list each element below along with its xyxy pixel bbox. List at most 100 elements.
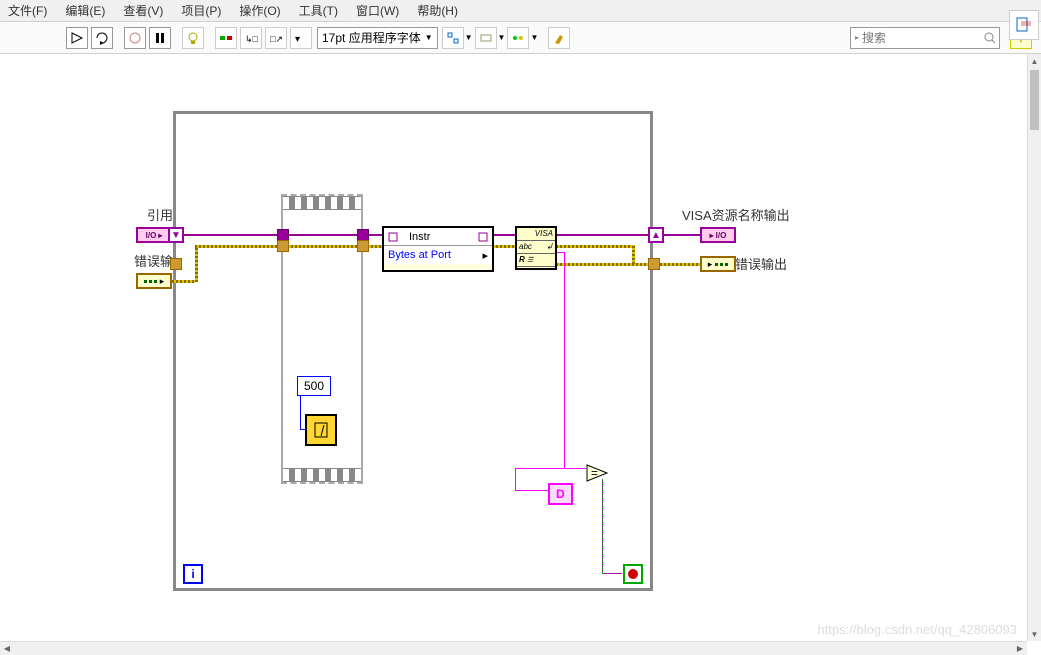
scroll-left-icon[interactable]: ◀	[0, 642, 14, 655]
step-into-icon: ↳□	[244, 31, 258, 45]
stop-circle-icon	[628, 569, 638, 579]
loop-iteration-terminal[interactable]: i	[183, 564, 203, 584]
property-ref-icon	[388, 232, 398, 242]
menu-operate[interactable]: 操作(O)	[239, 2, 280, 19]
svg-text:□↗: □↗	[270, 34, 283, 44]
string-wire-4	[564, 468, 586, 469]
horizontal-scrollbar[interactable]: ◀ ▶	[0, 641, 1027, 655]
menu-tools[interactable]: 工具(T)	[299, 2, 338, 19]
menu-view[interactable]: 查看(V)	[123, 2, 163, 19]
scroll-right-icon[interactable]: ▶	[1013, 642, 1027, 655]
font-selector[interactable]: 17pt 应用程序字体 ▼	[317, 27, 438, 49]
retain-wire-button[interactable]	[215, 27, 237, 49]
error-wire-2	[195, 245, 198, 282]
run-continuous-button[interactable]	[91, 27, 113, 49]
string-wire-3v	[515, 468, 516, 490]
property-out-icon	[478, 232, 488, 242]
ref-in-terminal[interactable]: I/O ▸	[136, 227, 172, 243]
run-continuous-icon	[95, 31, 109, 45]
svg-text:▾: ▾	[295, 34, 300, 45]
search-box[interactable]: ▸	[850, 27, 1000, 49]
visa-abc-row: abc↲	[517, 241, 555, 254]
svg-text:=: =	[591, 466, 598, 480]
seq-tunnel-err-l[interactable]	[277, 240, 289, 252]
string-wire-2	[564, 252, 565, 468]
seq-tunnel-err-r[interactable]	[357, 240, 369, 252]
error-wire-4	[492, 245, 632, 248]
step-out-button[interactable]: ▾	[290, 27, 312, 49]
scroll-down-icon[interactable]: ▼	[1028, 627, 1041, 641]
search-dropdown-icon[interactable]: ▸	[855, 33, 859, 42]
error-in-terminal[interactable]: ▸	[136, 273, 172, 289]
lightbulb-icon	[186, 31, 200, 45]
bool-wire-2	[602, 573, 622, 574]
chevron-down-icon: ▼	[425, 33, 433, 42]
context-help-button[interactable]	[1009, 10, 1039, 40]
instr-label: Instr	[409, 231, 430, 243]
ref-in-label: 引用	[147, 205, 173, 224]
run-arrow-icon	[70, 31, 84, 45]
broom-icon	[552, 31, 566, 45]
pause-icon	[153, 31, 167, 45]
align-icon	[446, 31, 460, 45]
toolbar: ↳□ □↗ ▾ 17pt 应用程序字体 ▼ ▼ ▼ ▼ ▸ ?	[0, 22, 1041, 54]
menu-bar: 文件(F) 编辑(E) 查看(V) 项目(P) 操作(O) 工具(T) 窗口(W…	[0, 0, 1041, 22]
align-button[interactable]	[442, 27, 464, 49]
menu-help[interactable]: 帮助(H)	[417, 2, 458, 19]
error-out-terminal[interactable]: ▸	[700, 256, 736, 272]
menu-edit[interactable]: 编辑(E)	[65, 2, 105, 19]
resize-button[interactable]	[507, 27, 529, 49]
pause-button[interactable]	[149, 27, 171, 49]
search-input[interactable]	[862, 31, 983, 45]
visa-read-node[interactable]: VISA abc↲ R ☰	[515, 226, 557, 270]
step-over-button[interactable]: □↗	[265, 27, 287, 49]
numeric-constant-500[interactable]: 500	[297, 376, 331, 396]
menu-file[interactable]: 文件(F)	[8, 2, 47, 19]
retain-wire-icon	[219, 31, 233, 45]
bool-wire-1	[602, 479, 603, 573]
distribute-icon	[479, 31, 493, 45]
resize-icon	[511, 31, 525, 45]
string-wire-3b	[515, 490, 550, 491]
context-help-icon	[1015, 16, 1033, 34]
abort-button[interactable]	[124, 27, 146, 49]
error-wire-5v	[632, 245, 635, 264]
visa-r-row: R ☰	[517, 254, 555, 267]
visa-out-terminal[interactable]: ▸ I/O	[700, 227, 736, 243]
string-wire-3	[515, 468, 565, 469]
run-button[interactable]	[66, 27, 88, 49]
shift-register-left[interactable]: ▼	[168, 227, 184, 243]
highlight-button[interactable]	[182, 27, 204, 49]
property-node[interactable]: Instr Bytes at Port ▸	[382, 226, 494, 272]
error-wire-1	[172, 280, 195, 283]
shift-register-right[interactable]: ▲	[648, 227, 664, 243]
equal-icon: =	[585, 461, 609, 485]
wait-ms-node[interactable]	[305, 414, 337, 446]
error-tunnel-right[interactable]	[648, 258, 660, 270]
loop-stop-terminal[interactable]	[623, 564, 643, 584]
visa-out-label: VISA资源名称输出	[682, 205, 790, 224]
distribute-button[interactable]	[475, 27, 497, 49]
svg-text:↳□: ↳□	[245, 34, 258, 44]
bytes-at-port-label: Bytes at Port	[388, 249, 451, 261]
error-tunnel-left[interactable]	[170, 258, 182, 270]
vscroll-thumb[interactable]	[1030, 70, 1039, 130]
while-loop-structure[interactable]	[173, 111, 653, 591]
vertical-scrollbar[interactable]: ▲ ▼	[1027, 54, 1041, 641]
equal-comparison-node[interactable]: =	[585, 461, 609, 485]
menu-project[interactable]: 项目(P)	[181, 2, 221, 19]
scroll-up-icon[interactable]: ▲	[1028, 54, 1041, 68]
abort-icon	[128, 31, 142, 45]
string-constant-D[interactable]: D	[548, 483, 573, 505]
block-diagram-canvas[interactable]: 引用 I/O ▸ 错误输入 ▸ VISA资源名称输出 ▸ I/O 错误输出 ▸	[0, 54, 1027, 641]
visa-header: VISA	[517, 228, 555, 241]
menu-window[interactable]: 窗口(W)	[356, 2, 399, 19]
step-out-icon: ▾	[294, 31, 308, 45]
io-text: I/O	[146, 231, 157, 240]
error-out-label: 错误输出	[735, 254, 787, 273]
step-into-button[interactable]: ↳□	[240, 27, 262, 49]
error-wire-5	[556, 263, 701, 266]
cleanup-button[interactable]	[548, 27, 570, 49]
step-over-icon: □↗	[269, 31, 283, 45]
string-wire-1	[556, 252, 564, 253]
